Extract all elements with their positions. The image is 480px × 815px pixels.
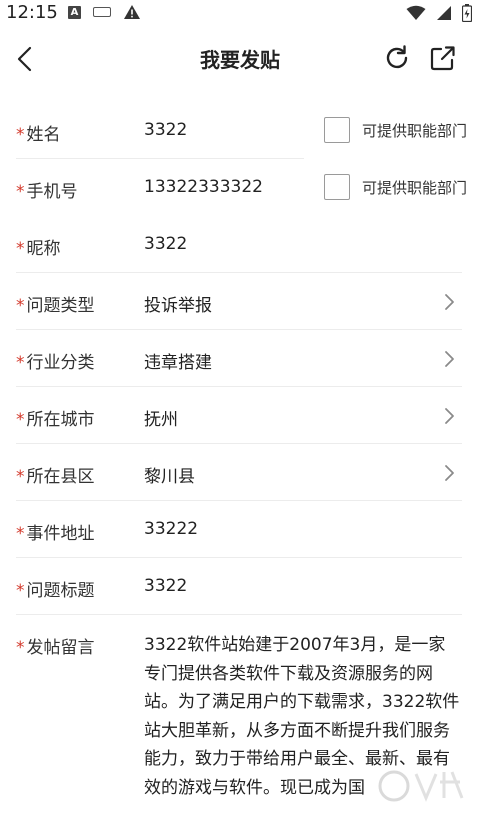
subject-field[interactable]: 3322 bbox=[144, 576, 187, 596]
status-icons-left: A bbox=[68, 4, 141, 20]
checkbox-label: 可提供职能部门 bbox=[362, 121, 468, 140]
form-row-nickname: * 昵称 3322 bbox=[0, 216, 480, 273]
name-field[interactable]: 3322 bbox=[144, 120, 187, 140]
watermark-logo bbox=[378, 770, 464, 802]
checkbox-label: 可提供职能部门 bbox=[362, 178, 468, 197]
nickname-field[interactable]: 3322 bbox=[144, 234, 187, 254]
status-time: 12:15 bbox=[6, 2, 58, 23]
checkbox-box[interactable] bbox=[324, 174, 350, 200]
battery-icon bbox=[462, 4, 472, 22]
phone-field[interactable]: 13322333322 bbox=[144, 177, 263, 197]
app-bar: 我要发贴 bbox=[0, 28, 480, 90]
industry-select[interactable]: 违章搭建 bbox=[144, 348, 212, 373]
industry-label: * 行业分类 bbox=[16, 353, 95, 373]
chevron-right-icon bbox=[445, 465, 454, 481]
keyboard-icon bbox=[93, 7, 111, 17]
city-select[interactable]: 抚州 bbox=[144, 405, 178, 430]
form-row-phone: * 手机号 13322333322 可提供职能部门 bbox=[0, 159, 480, 216]
checkbox-box[interactable] bbox=[324, 117, 350, 143]
form-row-subject: * 问题标题 3322 bbox=[0, 558, 480, 615]
form-row-city[interactable]: * 所在城市 抚州 bbox=[0, 387, 480, 444]
status-bar: 12:15 A bbox=[0, 0, 480, 28]
city-label: * 所在城市 bbox=[16, 410, 95, 430]
address-label: * 事件地址 bbox=[16, 524, 95, 544]
warning-icon bbox=[124, 5, 140, 19]
name-provide-dept-checkbox[interactable]: 可提供职能部门 bbox=[324, 117, 467, 143]
chevron-right-icon bbox=[445, 351, 454, 367]
form-row-name: * 姓名 3322 可提供职能部门 bbox=[0, 102, 480, 159]
nickname-label: * 昵称 bbox=[16, 239, 61, 259]
form-row-district[interactable]: * 所在县区 黎川县 bbox=[0, 444, 480, 501]
form-row-address: * 事件地址 33222 bbox=[0, 501, 480, 558]
message-label: * 发帖留言 bbox=[16, 638, 95, 658]
district-label: * 所在县区 bbox=[16, 467, 95, 487]
address-field[interactable]: 33222 bbox=[144, 519, 198, 539]
name-label: * 姓名 bbox=[16, 125, 61, 145]
phone-provide-dept-checkbox[interactable]: 可提供职能部门 bbox=[324, 174, 467, 200]
phone-label: * 手机号 bbox=[16, 182, 78, 202]
issue-type-select[interactable]: 投诉举报 bbox=[144, 291, 212, 316]
status-icons-right bbox=[406, 4, 472, 22]
issue-type-label: * 问题类型 bbox=[16, 296, 95, 316]
form-row-issue-type[interactable]: * 问题类型 投诉举报 bbox=[0, 273, 480, 330]
wifi-icon bbox=[406, 5, 426, 20]
form-row-industry[interactable]: * 行业分类 违章搭建 bbox=[0, 330, 480, 387]
chevron-right-icon bbox=[445, 294, 454, 310]
district-select[interactable]: 黎川县 bbox=[144, 462, 195, 487]
post-form: * 姓名 3322 可提供职能部门 * 手机号 13322333322 可提供职能部… bbox=[0, 102, 480, 815]
share-button[interactable] bbox=[428, 43, 458, 73]
refresh-button[interactable] bbox=[382, 43, 412, 73]
chevron-right-icon bbox=[445, 408, 454, 424]
signal-icon bbox=[437, 6, 451, 20]
subject-label: * 问题标题 bbox=[16, 581, 95, 601]
a-notification-icon: A bbox=[68, 5, 81, 19]
